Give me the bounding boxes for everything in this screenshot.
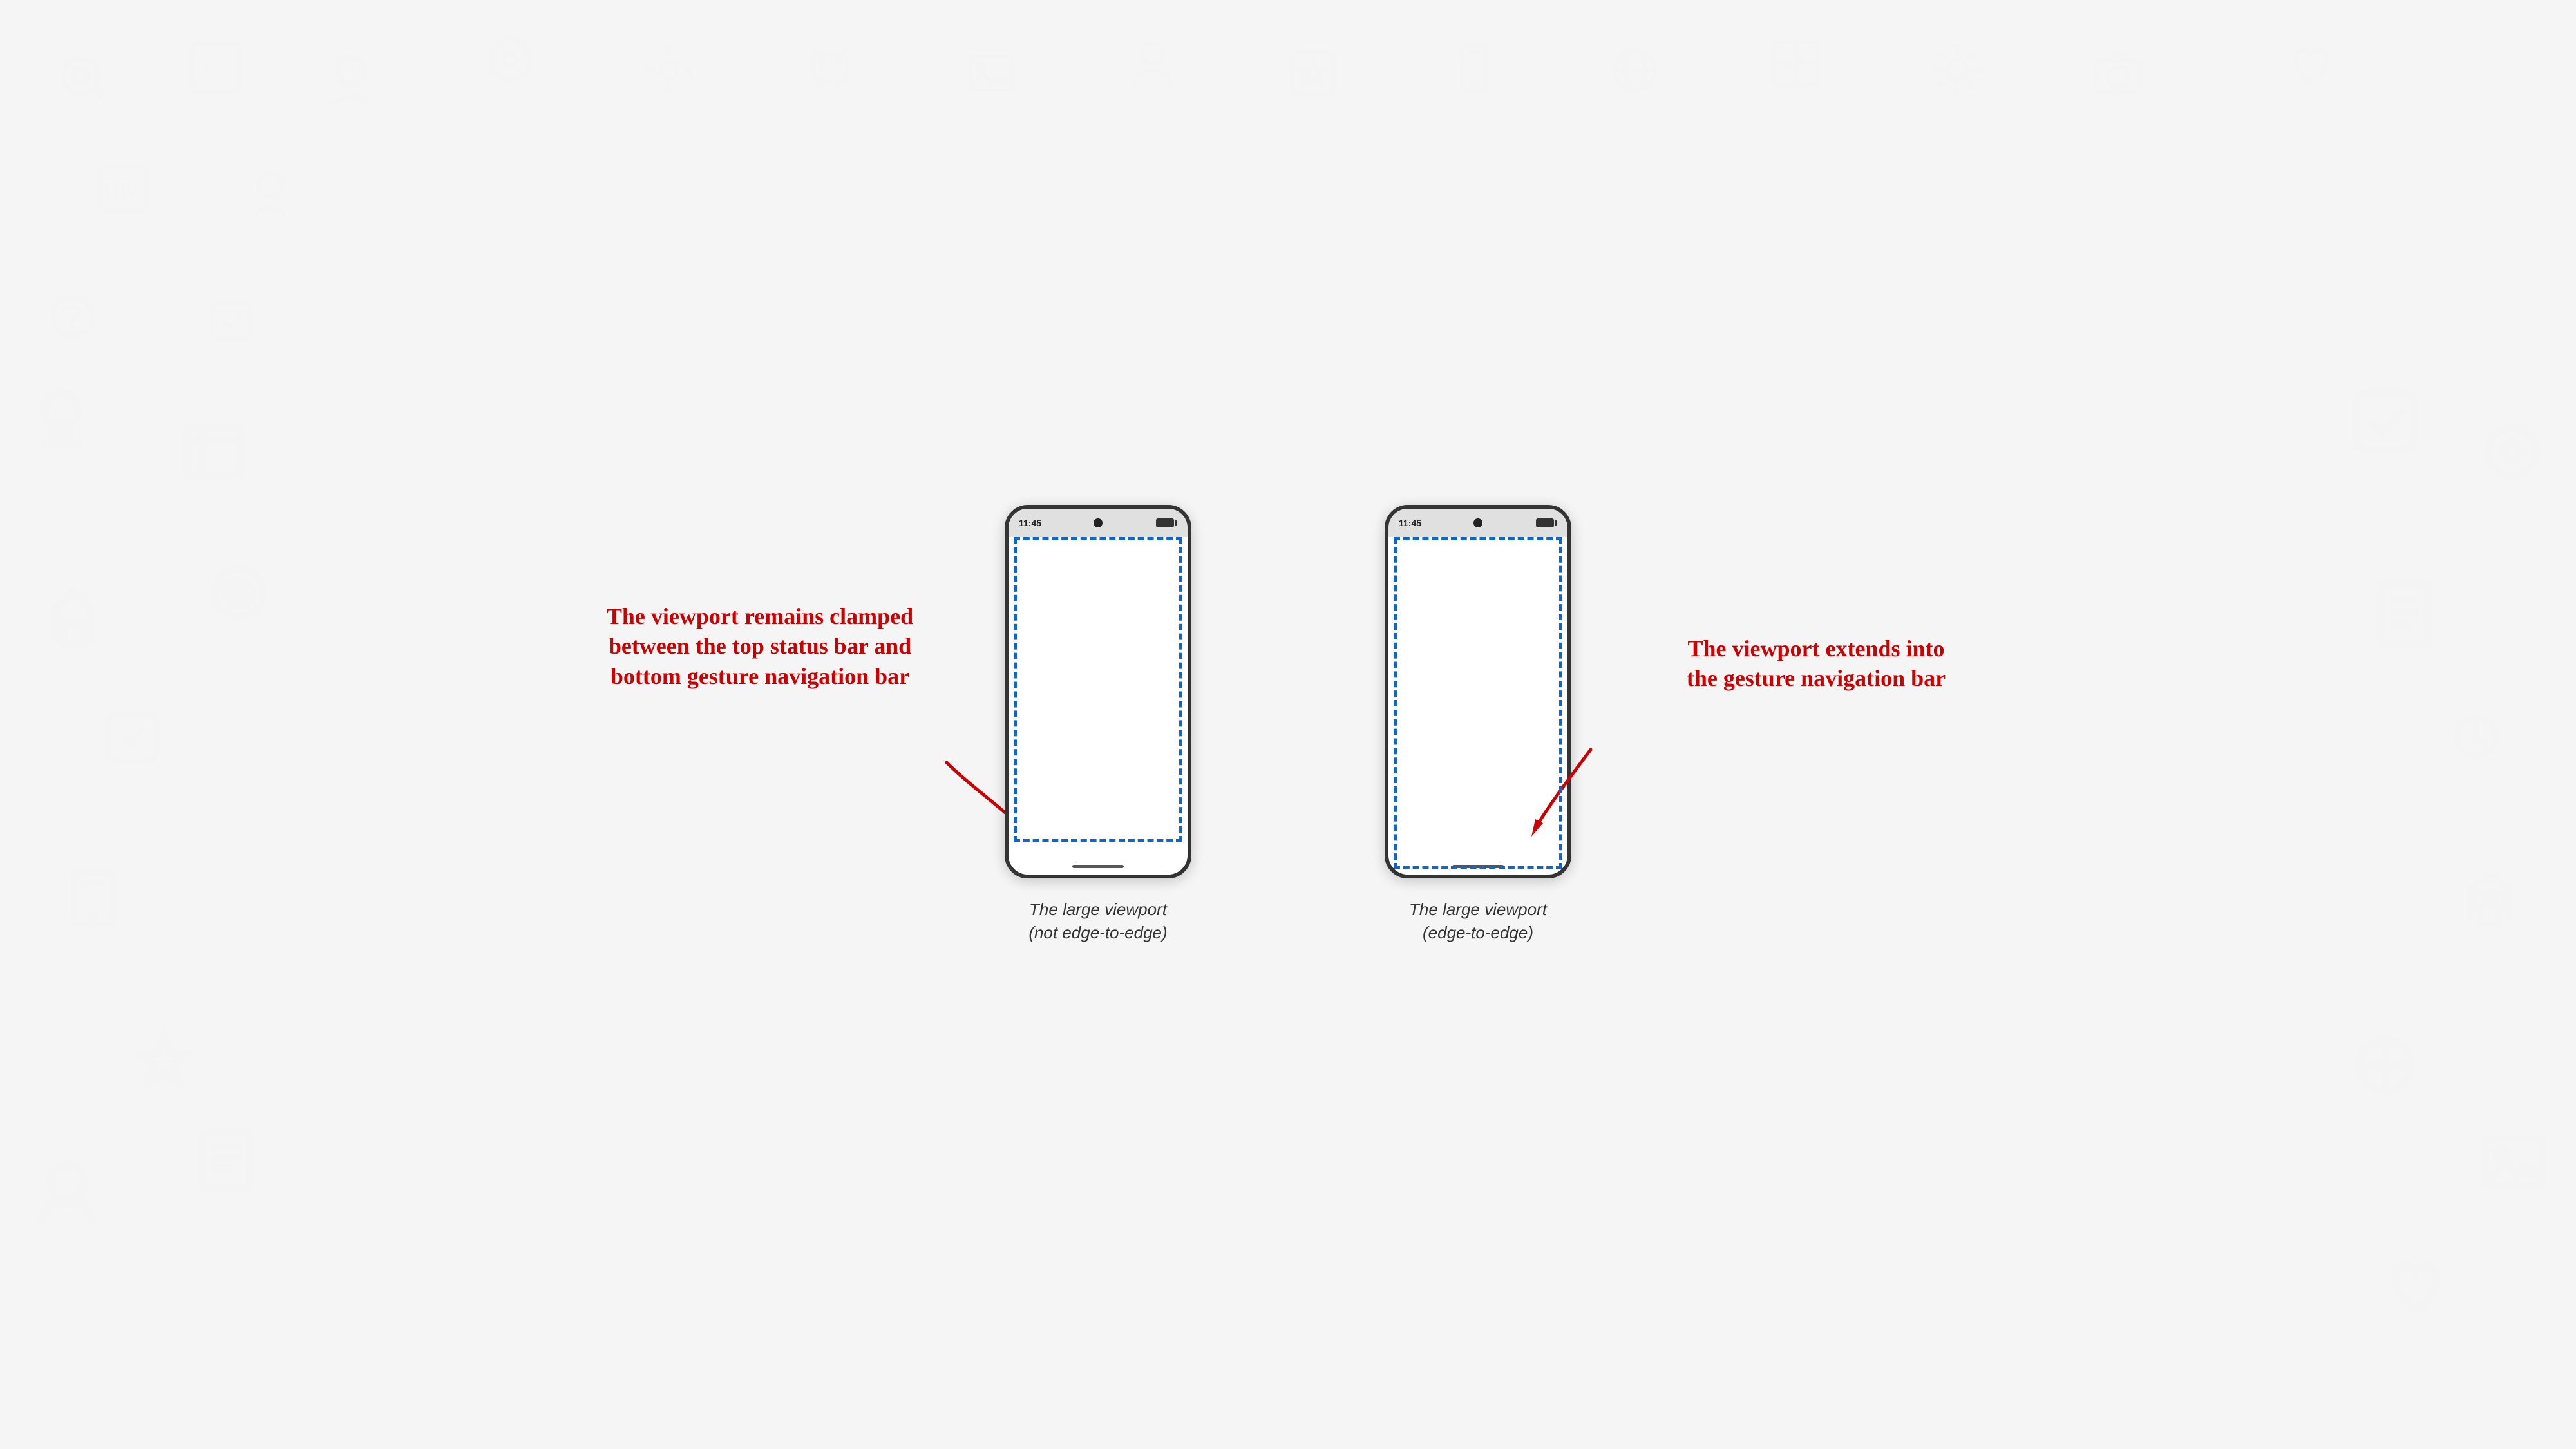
right-phone-section: 11:45 The large viewport (edge-to-edge)	[1385, 505, 1571, 945]
left-annotation-text: The viewport remains clamped between the…	[605, 601, 914, 692]
right-phone-group: 11:45 The large viewport (edge-to-edge)	[1385, 505, 1571, 945]
left-camera	[1094, 518, 1103, 527]
phone-frame-right: 11:45	[1385, 505, 1571, 878]
left-gesture-bar	[1072, 865, 1124, 868]
left-battery-tip	[1175, 520, 1177, 526]
left-annotation: The viewport remains clamped between the…	[605, 601, 914, 692]
right-battery	[1536, 518, 1557, 527]
left-phone-group: The viewport remains clamped between the…	[1005, 505, 1191, 945]
right-viewport-indicator	[1394, 537, 1562, 869]
right-status-time: 11:45	[1399, 518, 1421, 528]
right-status-bar: 11:45	[1388, 509, 1567, 537]
right-camera	[1473, 518, 1482, 527]
left-phone-section: 11:45 The large viewport (not edge-to-ed…	[1005, 505, 1191, 945]
right-battery-tip	[1555, 520, 1557, 526]
right-annotation: The viewport extends into the gesture na…	[1674, 634, 1958, 694]
left-phone-caption: The large viewport (not edge-to-edge)	[1028, 898, 1167, 945]
left-battery-body	[1156, 518, 1174, 527]
left-battery	[1156, 518, 1177, 527]
main-content: The viewport remains clamped between the…	[0, 0, 2576, 1449]
phone-frame-left: 11:45	[1005, 505, 1191, 878]
left-status-bar: 11:45	[1009, 509, 1188, 537]
left-viewport-indicator	[1014, 537, 1182, 842]
right-phone-caption: The large viewport (edge-to-edge)	[1409, 898, 1547, 945]
right-annotation-text: The viewport extends into the gesture na…	[1674, 634, 1958, 694]
left-status-time: 11:45	[1019, 518, 1041, 528]
right-battery-body	[1536, 518, 1554, 527]
